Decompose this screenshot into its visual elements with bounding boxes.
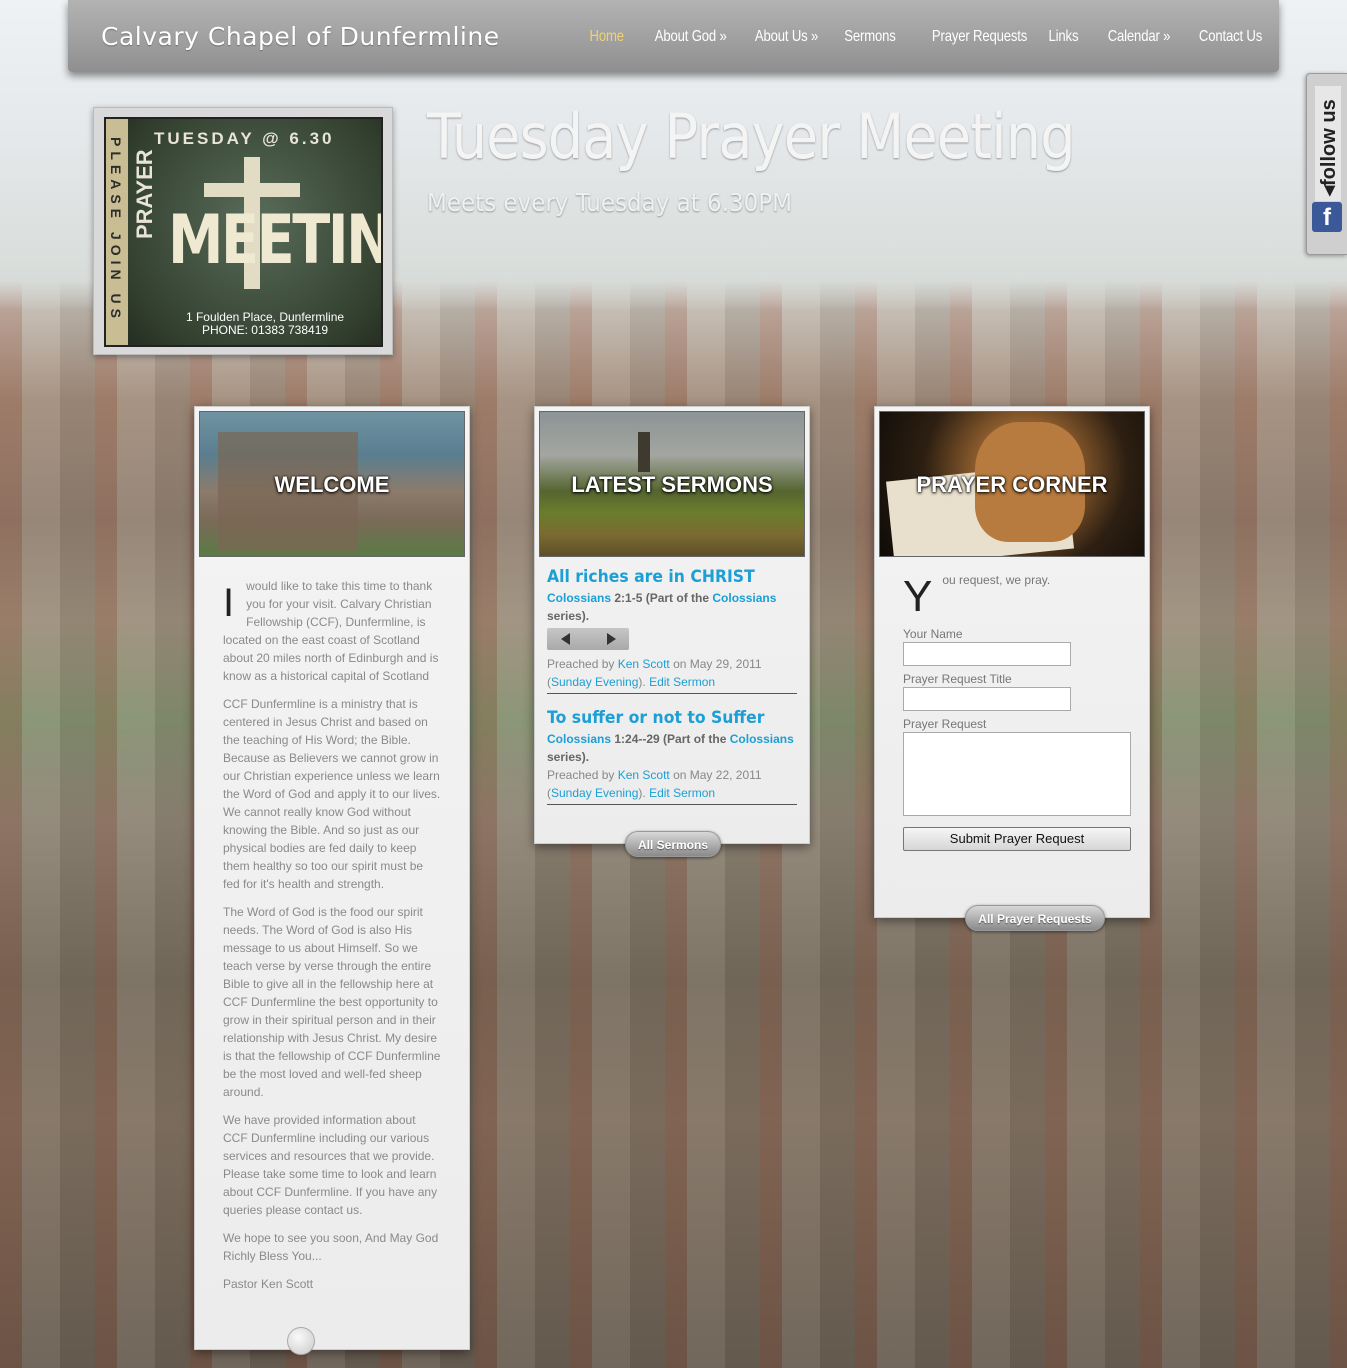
- preached-by-label: Preached by: [547, 657, 618, 671]
- sermon-series-tail: series).: [547, 750, 590, 764]
- poster-image: PLEASE JOIN US TUESDAY @ 6.30 PRAYER MEE…: [104, 117, 383, 347]
- preacher-link[interactable]: Ken Scott: [618, 768, 670, 782]
- prayer-panel: PRAYER CORNER You request, we pray. Your…: [874, 406, 1150, 931]
- your-name-input[interactable]: [903, 642, 1071, 666]
- header-bar: Calvary Chapel of Dunfermline Home About…: [68, 0, 1279, 72]
- sermon-reference: Colossians 2:1-5 (Part of the Colossians…: [547, 589, 797, 625]
- poster-address: 1 Foulden Place, Dunfermline PHONE: 0138…: [160, 311, 370, 337]
- welcome-paragraph: CCF Dunfermline is a ministry that is ce…: [223, 697, 441, 891]
- poster-prayer-text: PRAYER: [132, 149, 157, 239]
- prayer-form: You request, we pray. Your Name Prayer R…: [879, 557, 1145, 851]
- poster-side-strip: PLEASE JOIN US: [106, 119, 128, 345]
- facebook-icon[interactable]: f: [1312, 202, 1342, 232]
- sermons-panel: LATEST SERMONS All riches are in CHRIST …: [534, 406, 810, 857]
- prayer-dropcap: Y: [903, 572, 933, 621]
- church-tower-shape: [638, 432, 650, 472]
- prayer-intro: You request, we pray.: [903, 573, 1127, 621]
- sermon-item: To suffer or not to Suffer Colossians 1:…: [547, 708, 797, 805]
- sermon-meta: Preached by Ken Scott on May 22, 2011 (Su…: [547, 768, 762, 800]
- nav-sermons[interactable]: Sermons: [845, 28, 897, 46]
- nav-about-god[interactable]: About God »: [654, 28, 726, 46]
- prayer-title-label: Prayer Request Title: [903, 672, 1012, 686]
- poster-side-text: PLEASE JOIN US: [108, 137, 124, 323]
- nav-calendar[interactable]: Calendar »: [1107, 28, 1170, 46]
- sermon-verses: 1:24--29 (Part of the: [611, 732, 730, 746]
- site-title[interactable]: Calvary Chapel of Dunfermline: [101, 22, 500, 51]
- submit-prayer-button[interactable]: Submit Prayer Request: [903, 827, 1131, 851]
- prayer-intro-text: ou request, we pray.: [942, 573, 1051, 587]
- cross-icon-bar: [204, 183, 300, 197]
- sermons-caption: LATEST SERMONS: [571, 472, 773, 497]
- hero-subtitle: Meets every Tuesday at 6.30PM: [427, 188, 792, 217]
- welcome-signature: Pastor Ken Scott: [223, 1277, 314, 1291]
- welcome-panel: WELCOME Iwould like to take this time to…: [194, 406, 470, 1355]
- welcome-caption: WELCOME: [274, 472, 390, 497]
- sermons-body: All riches are in CHRIST Colossians 2:1-…: [539, 557, 805, 805]
- edit-sermon-link[interactable]: Edit Sermon: [649, 675, 715, 689]
- nav-home[interactable]: Home: [589, 28, 624, 46]
- welcome-image: WELCOME: [199, 411, 465, 557]
- prayer-title-input[interactable]: [903, 687, 1071, 711]
- poster-phone-line: PHONE: 01383 738419: [201, 323, 329, 337]
- hero-title: Tuesday Prayer Meeting: [427, 100, 1076, 173]
- follow-us-label-box: ◂follow us: [1315, 86, 1341, 201]
- welcome-body: Iwould like to take this time to thank y…: [199, 557, 465, 1293]
- service-link[interactable]: Sunday Evening: [551, 786, 638, 800]
- your-name-label: Your Name: [903, 627, 963, 641]
- prayer-request-label: Prayer Request: [903, 717, 987, 731]
- sermon-title-link[interactable]: All riches are in CHRIST: [547, 567, 777, 587]
- welcome-paragraph: The Word of God is the food our spirit n…: [223, 905, 441, 1099]
- main-nav: Home About God » About Us » Sermons Pray…: [582, 28, 1262, 46]
- sermon-date: on May 29, 2011: [669, 657, 762, 671]
- service-link[interactable]: Sunday Evening: [551, 675, 638, 689]
- nav-links[interactable]: Links: [1049, 28, 1079, 46]
- rewind-icon[interactable]: [561, 633, 570, 645]
- scroll-knob[interactable]: [287, 1327, 315, 1355]
- follow-us-tab[interactable]: ◂follow us f: [1306, 73, 1347, 255]
- prayer-image: PRAYER CORNER: [879, 411, 1145, 557]
- sermon-series-link[interactable]: Colossians: [712, 591, 776, 605]
- nav-contact-us[interactable]: Contact Us: [1199, 28, 1262, 46]
- sermon-series-link[interactable]: Colossians: [730, 732, 794, 746]
- sermon-book-link[interactable]: Colossians: [547, 591, 611, 605]
- sermon-book-link[interactable]: Colossians: [547, 732, 611, 746]
- prayer-request-textarea[interactable]: [903, 732, 1131, 816]
- follow-us-label: ◂follow us: [1318, 99, 1340, 196]
- poster-time: TUESDAY @ 6.30: [154, 129, 335, 148]
- audio-player[interactable]: [547, 628, 629, 650]
- welcome-paragraph: We hope to see you soon, And May God Ric…: [223, 1231, 439, 1263]
- welcome-paragraph: We have provided information about CCF D…: [223, 1113, 438, 1217]
- sermon-meta: Preached by Ken Scott on May 29, 2011 (Su…: [547, 657, 762, 689]
- sermon-reference: Colossians 1:24--29 (Part of the Colossi…: [547, 730, 797, 766]
- welcome-dropcap: I: [223, 581, 235, 625]
- nav-prayer-requests[interactable]: Prayer Requests: [932, 28, 1027, 46]
- nav-about-us[interactable]: About Us »: [755, 28, 818, 46]
- play-icon[interactable]: [607, 633, 616, 645]
- sermon-date: on May 22, 2011: [669, 768, 762, 782]
- welcome-paragraph: would like to take this time to thank yo…: [223, 579, 439, 683]
- preacher-link[interactable]: Ken Scott: [618, 657, 670, 671]
- sermon-series-tail: series).: [547, 609, 590, 623]
- sermon-item: All riches are in CHRIST Colossians 2:1-…: [547, 567, 797, 694]
- all-prayer-requests-button[interactable]: All Prayer Requests: [965, 905, 1105, 931]
- preached-by-label: Preached by: [547, 768, 618, 782]
- edit-sermon-link[interactable]: Edit Sermon: [649, 786, 715, 800]
- sermon-title-link[interactable]: To suffer or not to Suffer: [547, 708, 777, 728]
- prayer-caption: PRAYER CORNER: [916, 472, 1108, 497]
- poster-meeting-text: MEETING: [168, 201, 381, 280]
- sermon-verses: 2:1-5 (Part of the: [611, 591, 713, 605]
- sermons-image: LATEST SERMONS: [539, 411, 805, 557]
- all-sermons-button[interactable]: All Sermons: [625, 831, 721, 857]
- prayer-meeting-poster: PLEASE JOIN US TUESDAY @ 6.30 PRAYER MEE…: [93, 107, 393, 355]
